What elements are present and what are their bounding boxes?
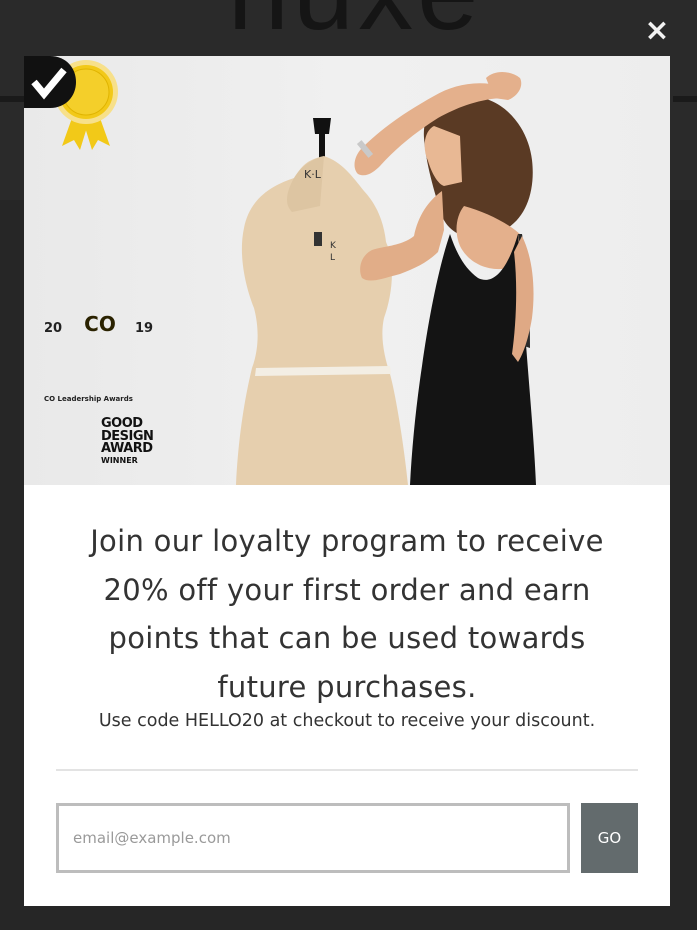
award-seal-text: CO bbox=[84, 312, 116, 336]
award-caption: CO Leadership Awards bbox=[44, 395, 133, 403]
good-design-award-text: GOOD DESIGN AWARD WINNER bbox=[101, 417, 171, 466]
award-year-left: 20 bbox=[44, 321, 63, 336]
headline-line: future purchases. bbox=[217, 669, 477, 704]
loyalty-headline: Join our loyalty program to receive 20% … bbox=[44, 517, 650, 711]
headline-line: Join our loyalty program to receive bbox=[90, 524, 604, 558]
cart-icon bbox=[673, 96, 697, 102]
email-input[interactable] bbox=[56, 803, 570, 873]
close-icon[interactable]: × bbox=[640, 14, 674, 48]
gd-line-4: WINNER bbox=[101, 455, 138, 465]
svg-text:L: L bbox=[330, 253, 335, 263]
headline-line: points that can be used towards bbox=[108, 621, 586, 655]
headline-line: 20% off your first order and earn bbox=[103, 572, 591, 607]
award-year-right: 19 bbox=[135, 321, 154, 336]
discount-code-text: Use code HELLO20 at checkout to receive … bbox=[98, 711, 596, 731]
site-logo: nuxe bbox=[190, 0, 520, 42]
loyalty-popup: K·L K L 20 CO 19 CO Leadership Awards GO… bbox=[24, 56, 670, 906]
go-button[interactable]: GO bbox=[581, 803, 638, 873]
hero-image: K·L K L 20 CO 19 CO Leadership Awards GO… bbox=[24, 56, 670, 485]
menu-icon bbox=[0, 96, 24, 102]
svg-text:K·L: K·L bbox=[304, 168, 322, 181]
gd-line-3: AWARD bbox=[101, 441, 153, 456]
divider bbox=[56, 769, 638, 771]
good-design-logo-icon bbox=[24, 56, 76, 108]
